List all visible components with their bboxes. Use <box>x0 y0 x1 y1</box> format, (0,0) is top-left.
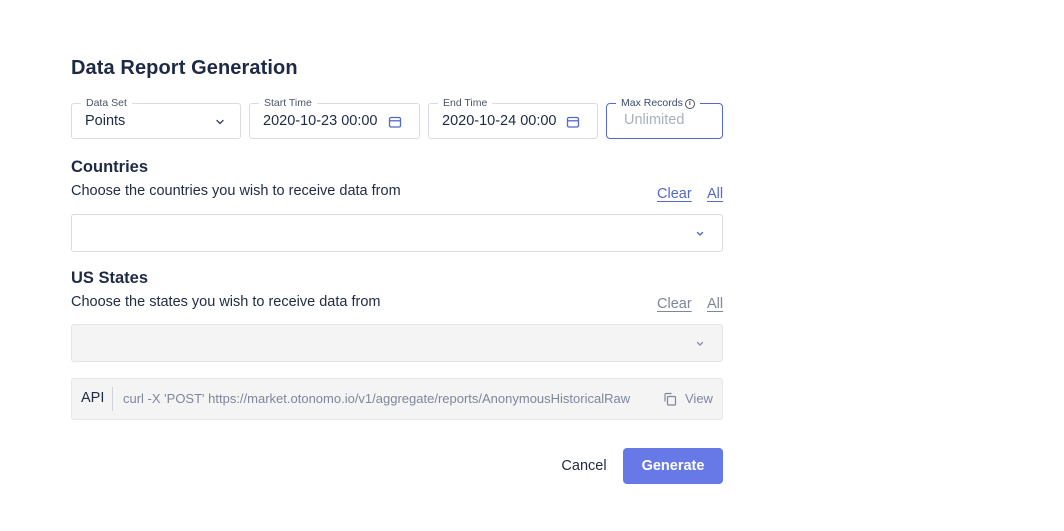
calendar-icon[interactable] <box>566 115 580 129</box>
us-states-title: US States <box>71 269 149 287</box>
calendar-icon[interactable] <box>388 115 402 129</box>
dataset-value: Points <box>85 113 126 129</box>
start-time-value: 2020-10-23 00:00 <box>263 113 377 129</box>
generate-button[interactable]: Generate <box>623 448 723 484</box>
api-label: API <box>81 390 105 406</box>
copy-icon[interactable] <box>662 391 678 407</box>
countries-select[interactable] <box>71 214 723 252</box>
countries-clear-link[interactable]: Clear <box>657 186 692 202</box>
chevron-down-icon <box>216 119 224 125</box>
start-time-field[interactable]: Start Time 2020-10-23 00:00 <box>249 96 420 139</box>
us-states-clear-link[interactable]: Clear <box>657 296 692 312</box>
countries-all-link[interactable]: All <box>707 186 723 202</box>
api-divider <box>112 387 113 411</box>
dialog-title: Data Report Generation <box>71 57 298 79</box>
api-command-text: curl -X 'POST' https://market.otonomo.io… <box>123 391 631 406</box>
api-command-bar: API curl -X 'POST' https://market.otonom… <box>71 378 723 420</box>
countries-subtitle: Choose the countries you wish to receive… <box>71 183 401 199</box>
dataset-label: Data Set <box>81 96 132 110</box>
api-view-link[interactable]: View <box>685 391 713 406</box>
us-states-select[interactable] <box>71 324 723 362</box>
us-states-all-link[interactable]: All <box>707 296 723 312</box>
end-time-label: End Time <box>438 96 493 110</box>
chevron-down-icon <box>696 341 704 346</box>
cancel-button[interactable]: Cancel <box>548 448 620 484</box>
max-records-field[interactable]: Max Records i Unlimited <box>606 96 723 139</box>
end-time-value: 2020-10-24 00:00 <box>442 113 556 129</box>
chevron-down-icon <box>696 231 704 236</box>
us-states-subtitle: Choose the states you wish to receive da… <box>71 294 381 310</box>
countries-title: Countries <box>71 158 149 176</box>
dataset-select[interactable]: Data Set Points <box>71 96 241 139</box>
report-dialog: Data Report Generation Data Set Points S… <box>0 0 1064 531</box>
info-icon: i <box>684 99 695 109</box>
max-records-input[interactable]: Unlimited <box>624 112 684 128</box>
end-time-field[interactable]: End Time 2020-10-24 00:00 <box>428 96 598 139</box>
start-time-label: Start Time <box>259 96 317 110</box>
max-records-label: Max Records i <box>616 96 700 110</box>
